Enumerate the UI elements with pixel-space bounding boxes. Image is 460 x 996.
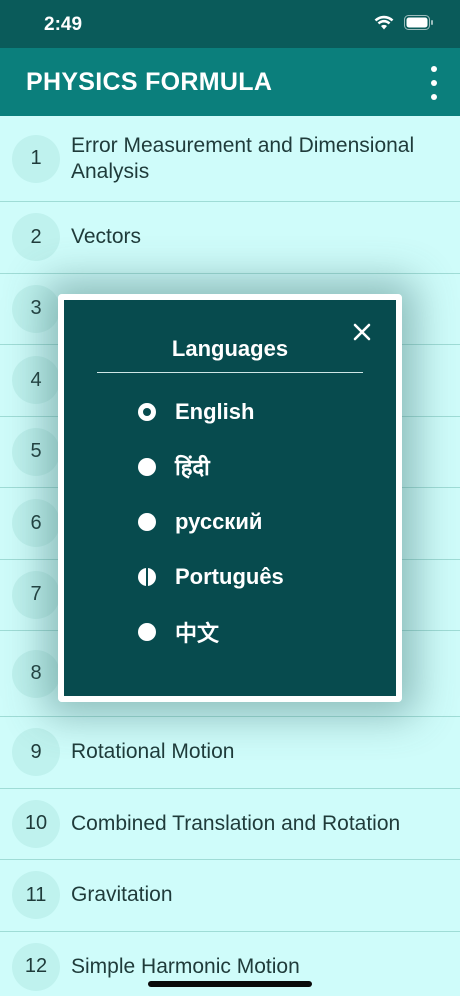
topic-row[interactable]: 9 Rotational Motion [0, 717, 460, 789]
language-label: русский [175, 509, 263, 534]
topic-number: 8 [12, 649, 60, 698]
language-label: Português [175, 564, 284, 589]
radio-icon[interactable] [138, 568, 156, 586]
status-icons [374, 15, 434, 30]
topic-number: 10 [12, 799, 60, 848]
language-dialog: Languages English हिंदी русский Portuguê… [58, 294, 402, 702]
radio-selected-icon[interactable] [138, 403, 156, 421]
language-label: English [175, 399, 255, 424]
dialog-title: Languages [171, 336, 289, 361]
more-vertical-icon[interactable] [424, 66, 444, 100]
battery-icon [404, 15, 433, 30]
language-option-russian[interactable]: русский [138, 504, 358, 540]
menu-dot [431, 80, 437, 86]
topic-row[interactable]: 10 Combined Translation and Rotation [0, 789, 460, 860]
topic-title: Rotational Motion [71, 740, 235, 764]
topic-number: 6 [12, 499, 60, 548]
menu-dot [431, 94, 437, 100]
radio-icon[interactable] [138, 623, 156, 641]
topic-row[interactable]: 11 Gravitation [0, 860, 460, 932]
topic-number: 1 [12, 134, 60, 183]
topic-number: 3 [12, 284, 60, 333]
topic-number: 9 [12, 728, 60, 777]
topic-number: 4 [12, 356, 60, 405]
app-title: PHYSICS FORMULA [26, 68, 273, 96]
status-time: 2:49 [44, 14, 83, 35]
topic-title: Vectors [71, 225, 142, 249]
topic-title: Simple Harmonic Motion [71, 954, 300, 978]
topic-title: Gravitation [71, 883, 173, 907]
status-bar: 2:49 [0, 0, 460, 48]
language-label: हिंदी [175, 455, 210, 480]
topic-row[interactable]: 1 Error Measurement and Dimensional Anal… [0, 116, 460, 202]
home-indicator [148, 981, 312, 987]
wifi-icon [374, 15, 394, 30]
topic-number: 2 [12, 213, 60, 262]
topic-number: 12 [12, 942, 60, 991]
topic-number: 5 [12, 427, 60, 476]
language-option-hindi[interactable]: हिंदी [138, 449, 358, 485]
language-label: 中文 [175, 621, 220, 646]
topic-title: Error Measurement and Dimensional Analys… [71, 133, 415, 183]
topic-number: 11 [12, 871, 60, 920]
app-bar: PHYSICS FORMULA [0, 48, 460, 116]
dialog-divider [97, 372, 363, 373]
topic-number: 7 [12, 570, 60, 619]
radio-icon[interactable] [138, 458, 156, 476]
topic-row[interactable]: 2 Vectors [0, 202, 460, 274]
close-icon[interactable] [350, 320, 374, 344]
language-option-portuguese[interactable]: Português [138, 559, 358, 595]
radio-icon[interactable] [138, 513, 156, 531]
menu-dot [431, 66, 437, 72]
language-option-chinese[interactable]: 中文 [138, 614, 358, 650]
language-option-english[interactable]: English [138, 394, 358, 430]
topic-title: Combined Translation and Rotation [71, 811, 401, 835]
